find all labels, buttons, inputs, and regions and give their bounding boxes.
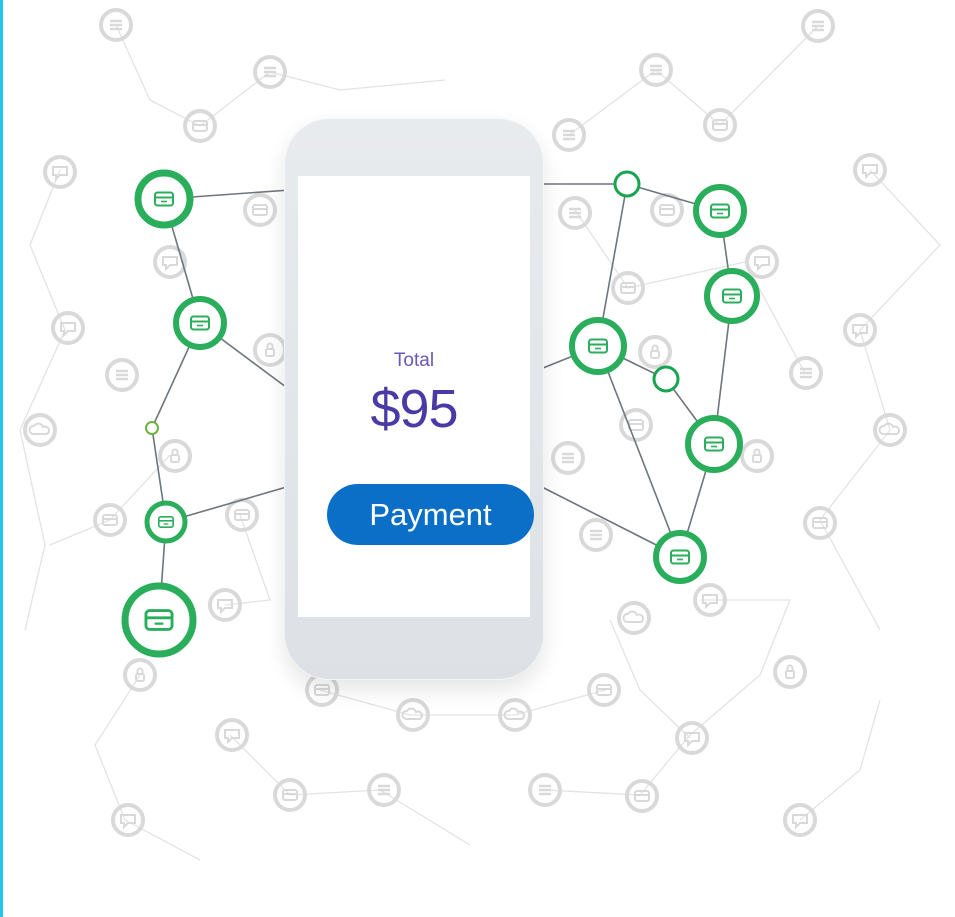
card-node bbox=[653, 530, 707, 584]
total-amount: $95 bbox=[370, 379, 458, 439]
card-node bbox=[685, 415, 743, 473]
payment-button[interactable]: Payment bbox=[327, 484, 534, 545]
phone-device: Total $95 Payment bbox=[284, 118, 544, 680]
card-node bbox=[134, 169, 194, 229]
card-node bbox=[121, 582, 197, 658]
phone-screen: Total $95 Payment bbox=[298, 176, 534, 617]
link-node bbox=[652, 365, 680, 393]
total-label: Total bbox=[393, 350, 435, 371]
card-node bbox=[144, 500, 188, 544]
card-node bbox=[693, 184, 747, 238]
card-node bbox=[569, 317, 627, 375]
card-node bbox=[173, 296, 227, 350]
card-node bbox=[704, 268, 760, 324]
link-node bbox=[613, 170, 641, 198]
link-node bbox=[145, 421, 159, 435]
